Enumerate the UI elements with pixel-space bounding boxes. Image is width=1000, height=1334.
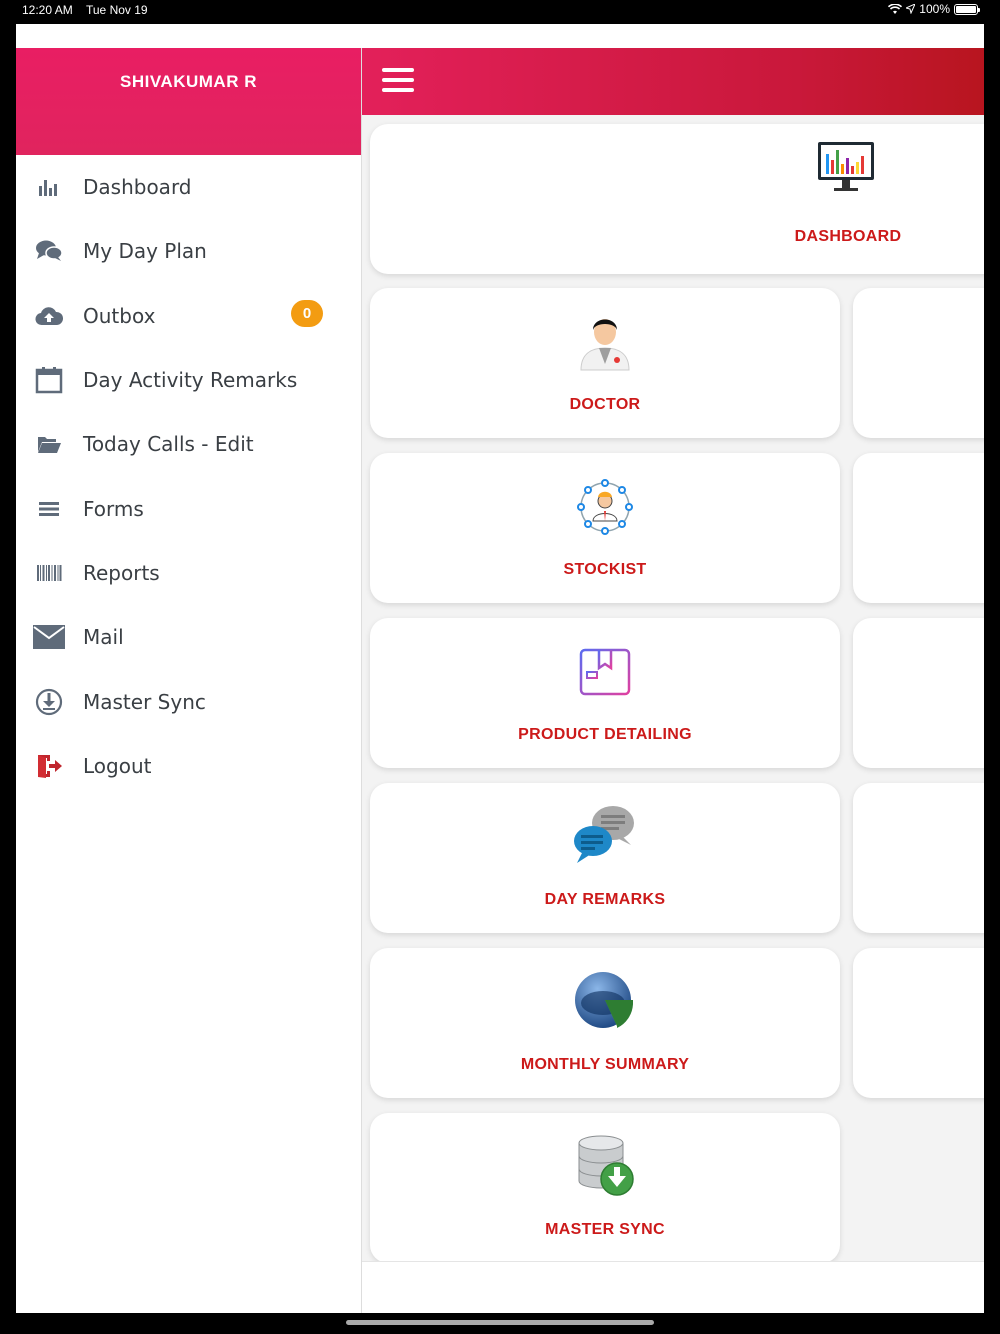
wifi-icon [888, 3, 903, 14]
status-date: Tue Nov 19 [86, 3, 148, 17]
battery-icon [954, 3, 980, 15]
doctor-icon [580, 319, 630, 371]
tile-label: DAY REMARKS [544, 891, 666, 908]
folder-open-icon [33, 428, 65, 460]
tile-label: MONTHLY SUMMARY [520, 1056, 690, 1073]
menu-label: Outbox [83, 303, 156, 328]
status-right: 100% [888, 2, 980, 16]
database-download-icon [578, 1135, 634, 1196]
bottom-bar [362, 1261, 984, 1313]
menu-label: Master Sync [83, 689, 206, 714]
app-bar [362, 48, 984, 115]
tile-doctor[interactable]: DOCTOR [370, 288, 840, 438]
menu-label: Today Calls - Edit [83, 432, 254, 457]
calendar-icon [33, 364, 65, 396]
tile-label: PRODUCT DETAILING [518, 726, 692, 743]
speech-bubbles-icon [574, 806, 634, 863]
tile-label: STOCKIST [563, 561, 647, 578]
tile-label: DOCTOR [569, 396, 641, 413]
download-circle-icon [33, 686, 65, 718]
logout-icon [33, 750, 65, 782]
menu-item-day-activity-remarks[interactable]: Day Activity Remarks [16, 348, 361, 412]
menu-label: Mail [83, 625, 124, 650]
location-arrow-icon [906, 4, 916, 14]
menu-item-my-day-plan[interactable]: My Day Plan [16, 219, 361, 283]
menu-item-logout[interactable]: Logout [16, 734, 361, 798]
cloud-upload-icon [33, 300, 65, 332]
menu-item-dashboard[interactable]: Dashboard [16, 155, 361, 219]
status-bar: 12:20 AM Tue Nov 19 100% [0, 0, 1000, 22]
monitor-chart-icon [818, 142, 874, 191]
tile-dashboard[interactable]: DASHBOARD [370, 124, 984, 274]
tile-right-2[interactable] [853, 453, 984, 603]
menu-label: Logout [83, 753, 152, 778]
menu-label: Day Activity Remarks [83, 368, 298, 393]
user-name: SHIVAKUMAR R [120, 72, 257, 91]
stockist-network-icon [577, 479, 633, 535]
menu-item-reports[interactable]: Reports [16, 541, 361, 605]
navigation-drawer: SHIVAKUMAR R Dashboard My Day Plan Outbo… [16, 48, 362, 1313]
menu-item-forms[interactable]: Forms [16, 476, 361, 540]
drawer-header: SHIVAKUMAR R [16, 48, 361, 155]
tile-right-4[interactable] [853, 783, 984, 933]
barcode-icon [33, 557, 65, 589]
menu-item-outbox[interactable]: Outbox 0 [16, 284, 361, 348]
menu-item-master-sync[interactable]: Master Sync [16, 669, 361, 733]
tile-right-1[interactable] [853, 288, 984, 438]
list-icon [33, 493, 65, 525]
tile-right-3[interactable] [853, 618, 984, 768]
menu-label: Reports [83, 560, 160, 585]
chat-bubbles-icon [33, 235, 65, 267]
envelope-icon [33, 621, 65, 653]
home-indicator[interactable] [346, 1320, 654, 1325]
top-inset [16, 24, 984, 48]
battery-percent: 100% [919, 2, 950, 16]
pie-chart-icon [575, 972, 634, 1028]
tile-product-detailing[interactable]: PRODUCT DETAILING [370, 618, 840, 768]
outbox-count-badge: 0 [291, 299, 323, 327]
main-content: DASHBOARD DOCTOR STOCKIST PRODUCT DETAIL… [362, 48, 984, 1313]
tile-stockist[interactable]: STOCKIST [370, 453, 840, 603]
menu-label: Forms [83, 496, 144, 521]
tile-label: DASHBOARD [794, 228, 902, 245]
tile-day-remarks[interactable]: DAY REMARKS [370, 783, 840, 933]
menu-label: Dashboard [83, 175, 192, 200]
tile-master-sync[interactable]: MASTER SYNC [370, 1113, 840, 1263]
menu-label: My Day Plan [83, 239, 207, 264]
product-box-icon [579, 648, 631, 696]
menu-item-mail[interactable]: Mail [16, 605, 361, 669]
tile-right-5[interactable] [853, 948, 984, 1098]
status-time: 12:20 AM [22, 3, 73, 17]
tile-monthly-summary[interactable]: MONTHLY SUMMARY [370, 948, 840, 1098]
tile-label: MASTER SYNC [545, 1221, 665, 1238]
hamburger-menu-icon[interactable] [382, 68, 414, 94]
menu-item-today-calls-edit[interactable]: Today Calls - Edit [16, 412, 361, 476]
bar-chart-icon [33, 171, 65, 203]
app-screen: SHIVAKUMAR R Dashboard My Day Plan Outbo… [16, 24, 984, 1313]
